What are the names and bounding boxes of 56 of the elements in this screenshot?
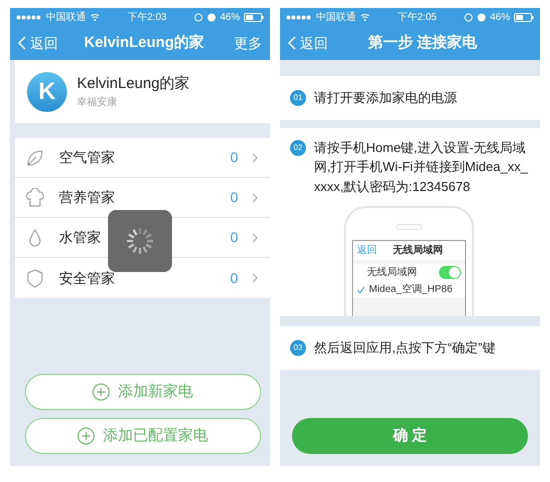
back-button[interactable]: 返回: [18, 32, 58, 54]
chevron-icon: [252, 152, 258, 162]
carrier-name: 中国联通: [316, 10, 356, 24]
device-count: 0: [230, 188, 238, 207]
device-count: 0: [230, 228, 238, 247]
mock-title: 无线局域网: [393, 244, 443, 258]
category-label: 安全管家: [59, 268, 116, 288]
wifi-toggle[interactable]: [439, 266, 461, 279]
step-number: 01: [290, 90, 306, 106]
status-time: 下午2:03: [127, 10, 167, 24]
nav-title: KelvinLeung的家: [84, 32, 204, 53]
step-text: 请打开要添加家电的电源: [314, 89, 457, 107]
step-text: 请按手机Home键,进入设置-无线局域网,打开手机Wi-Fi并链接到Midea_xx_xxxx,默认密码为:12345678: [314, 138, 528, 196]
signal-icon: [16, 14, 42, 20]
shield-icon: [25, 268, 45, 288]
wifi-icon: [360, 13, 370, 21]
battery-icon: [514, 12, 534, 22]
chevron-icon: [252, 273, 258, 283]
wifi-label: 无线局域网: [367, 266, 417, 280]
chevron-icon: [252, 192, 258, 202]
loading-spinner: [108, 210, 172, 272]
device-count: 0: [230, 268, 238, 288]
home-name: KelvinLeung的家: [77, 74, 190, 94]
carrier-name: 中国联通: [46, 10, 86, 24]
confirm-button[interactable]: 确 定: [292, 418, 528, 454]
battery-percent: 46%: [220, 10, 240, 24]
add-device-button[interactable]: 添加新家电: [24, 374, 260, 410]
speaker-slot: [396, 224, 422, 230]
step-text: 然后返回应用,点按下方“确定”键: [314, 339, 496, 357]
category-row[interactable]: 空气管家 0: [15, 138, 270, 178]
step-number: 03: [290, 340, 306, 356]
plus-circle-icon: [92, 383, 110, 401]
back-button[interactable]: 返回: [288, 32, 328, 54]
back-chevron-icon: [18, 36, 26, 50]
network-name: Midea_空调_HP86: [369, 282, 452, 297]
shirt-icon: [25, 188, 45, 208]
home-subtitle: 幸福安康: [77, 96, 118, 110]
avatar: K: [27, 72, 67, 112]
more-button[interactable]: 更多: [234, 32, 262, 54]
back-chevron-icon: [288, 36, 296, 50]
step-number: 02: [290, 140, 306, 156]
chevron-icon: [252, 232, 258, 242]
nav-title: 第一步 连接家电: [368, 32, 478, 53]
add-device-button[interactable]: 添加已配置家电: [24, 418, 260, 454]
category-label: 营养管家: [59, 188, 116, 207]
battery-percent: 46%: [490, 10, 510, 24]
plus-circle-icon: [77, 427, 95, 445]
leaf-icon: [25, 148, 45, 168]
wifi-icon: [90, 13, 100, 21]
signal-icon: [286, 14, 312, 20]
category-row[interactable]: 安全管家 0: [15, 258, 270, 298]
status-time: 下午2:05: [397, 10, 437, 24]
device-count: 0: [230, 148, 238, 167]
category-label: 空气管家: [59, 148, 116, 167]
category-label: 水管家: [59, 228, 102, 247]
battery-icon: [244, 12, 264, 22]
